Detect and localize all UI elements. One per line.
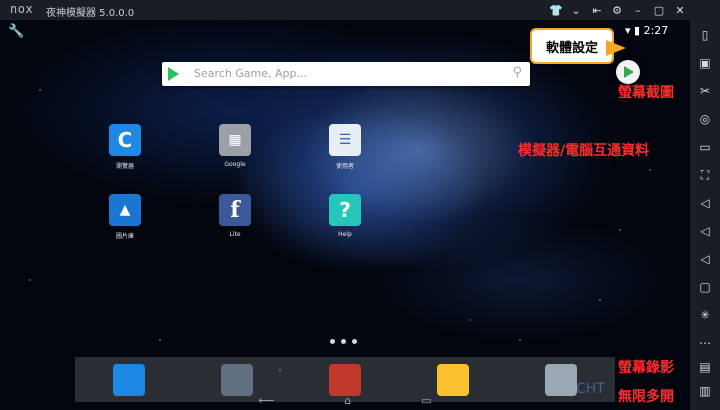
app-label: Lite xyxy=(229,231,241,238)
google-folder-icon: ▦ xyxy=(219,124,251,156)
more-icon[interactable]: ⋯ xyxy=(696,334,714,352)
app-browser[interactable]: C 瀏覽器 xyxy=(95,124,155,170)
maximize-icon[interactable]: ▢ xyxy=(649,0,669,20)
page-dot xyxy=(352,339,357,344)
page-dot xyxy=(330,339,335,344)
close-icon[interactable]: ✕ xyxy=(670,0,690,20)
mute-icon[interactable]: ◁ xyxy=(696,250,714,268)
phone-icon[interactable]: ▯ xyxy=(696,26,714,44)
home-icon[interactable]: ⌂ xyxy=(344,394,351,407)
app-label: 圖片庫 xyxy=(115,233,134,240)
annotation-screenshot: 螢幕截圖 xyxy=(618,85,674,101)
minimize-icon[interactable]: – xyxy=(628,0,648,20)
help-icon: ? xyxy=(329,194,361,226)
multi-instance-icon[interactable]: ▥ xyxy=(696,382,714,400)
search-bar[interactable]: Search Game, App... ⚲ xyxy=(162,62,530,86)
folder-share-icon[interactable]: ▭ xyxy=(696,138,714,156)
android-screen: 🔧 ▾ ▮ 2:27 Search Game, App... ⚲ C 瀏覽器 ▦… xyxy=(0,20,690,410)
battery-icon: ▮ xyxy=(634,24,641,37)
browser-icon: C xyxy=(109,124,141,156)
video-record-icon[interactable]: ▤ xyxy=(696,358,714,376)
robot-icon[interactable]: ▣ xyxy=(696,54,714,72)
shake-icon[interactable]: ▢ xyxy=(696,278,714,296)
app-help[interactable]: ? Help xyxy=(315,194,375,238)
page-indicator xyxy=(330,339,357,344)
search-icon[interactable]: ⚲ xyxy=(512,65,522,80)
wifi-icon: ▾ xyxy=(625,24,631,37)
recents-icon[interactable]: ▭ xyxy=(421,394,431,407)
nox-logo: nox xyxy=(10,2,34,16)
title-bar: nox 夜神模擬器 5.0.0.0 👕 ⌄ ⇤ ⚙ – ▢ ✕ xyxy=(0,0,720,20)
gallery-icon: ▲ xyxy=(109,194,141,226)
window-title: 夜神模擬器 5.0.0.0 xyxy=(46,8,135,19)
clock: 2:27 xyxy=(643,24,669,37)
search-input[interactable]: Search Game, App... xyxy=(194,67,307,80)
annotation-file-share: 模擬器/電腦互通資料 xyxy=(518,143,650,159)
side-toolbar: ▯ ▣ ✂ ◎ ▭ ⛶ ◁ ◁ ◁ ▢ ✳ ⋯ ▤ ▥ xyxy=(690,20,720,410)
app-facebook-lite[interactable]: f Lite xyxy=(205,194,265,238)
play-store-button[interactable] xyxy=(616,60,640,84)
back-icon[interactable]: ⟵ xyxy=(258,394,274,407)
user-icon: ☰ xyxy=(329,124,361,156)
app-google[interactable]: ▦ Google xyxy=(205,124,265,168)
watermark: CHT xyxy=(576,381,605,397)
app-user[interactable]: ☰ 使用者 xyxy=(315,124,375,170)
chevron-down-icon[interactable]: ⌄ xyxy=(566,0,586,20)
app-label: 瀏覽器 xyxy=(115,163,134,170)
fullscreen-icon[interactable]: ⛶ xyxy=(696,166,714,184)
facebook-icon: f xyxy=(219,194,251,226)
gear-icon[interactable]: ⚙ xyxy=(607,0,627,20)
keyboard-icon[interactable]: ⇤ xyxy=(587,0,607,20)
location-icon[interactable]: ◎ xyxy=(696,110,714,128)
wrench-icon[interactable]: 🔧 xyxy=(8,24,24,39)
app-gallery[interactable]: ▲ 圖片庫 xyxy=(95,194,155,240)
annotation-record: 螢幕錄影 xyxy=(618,360,674,376)
app-label: 使用者 xyxy=(335,163,354,170)
volume-up-icon[interactable]: ◁ xyxy=(696,194,714,212)
shirt-icon[interactable]: 👕 xyxy=(546,0,566,20)
app-label: Google xyxy=(224,161,246,168)
page-dot xyxy=(341,339,346,344)
settings-callout: 軟體設定 xyxy=(530,28,626,64)
status-bar: ▾ ▮ 2:27 xyxy=(625,24,668,37)
annotation-multi-instance: 無限多開 xyxy=(618,389,674,405)
volume-down-icon[interactable]: ◁ xyxy=(696,222,714,240)
scissors-icon[interactable]: ✂ xyxy=(696,82,714,100)
app-label: Help xyxy=(338,231,352,238)
loading-icon[interactable]: ✳ xyxy=(696,306,714,324)
play-store-icon xyxy=(168,67,179,81)
